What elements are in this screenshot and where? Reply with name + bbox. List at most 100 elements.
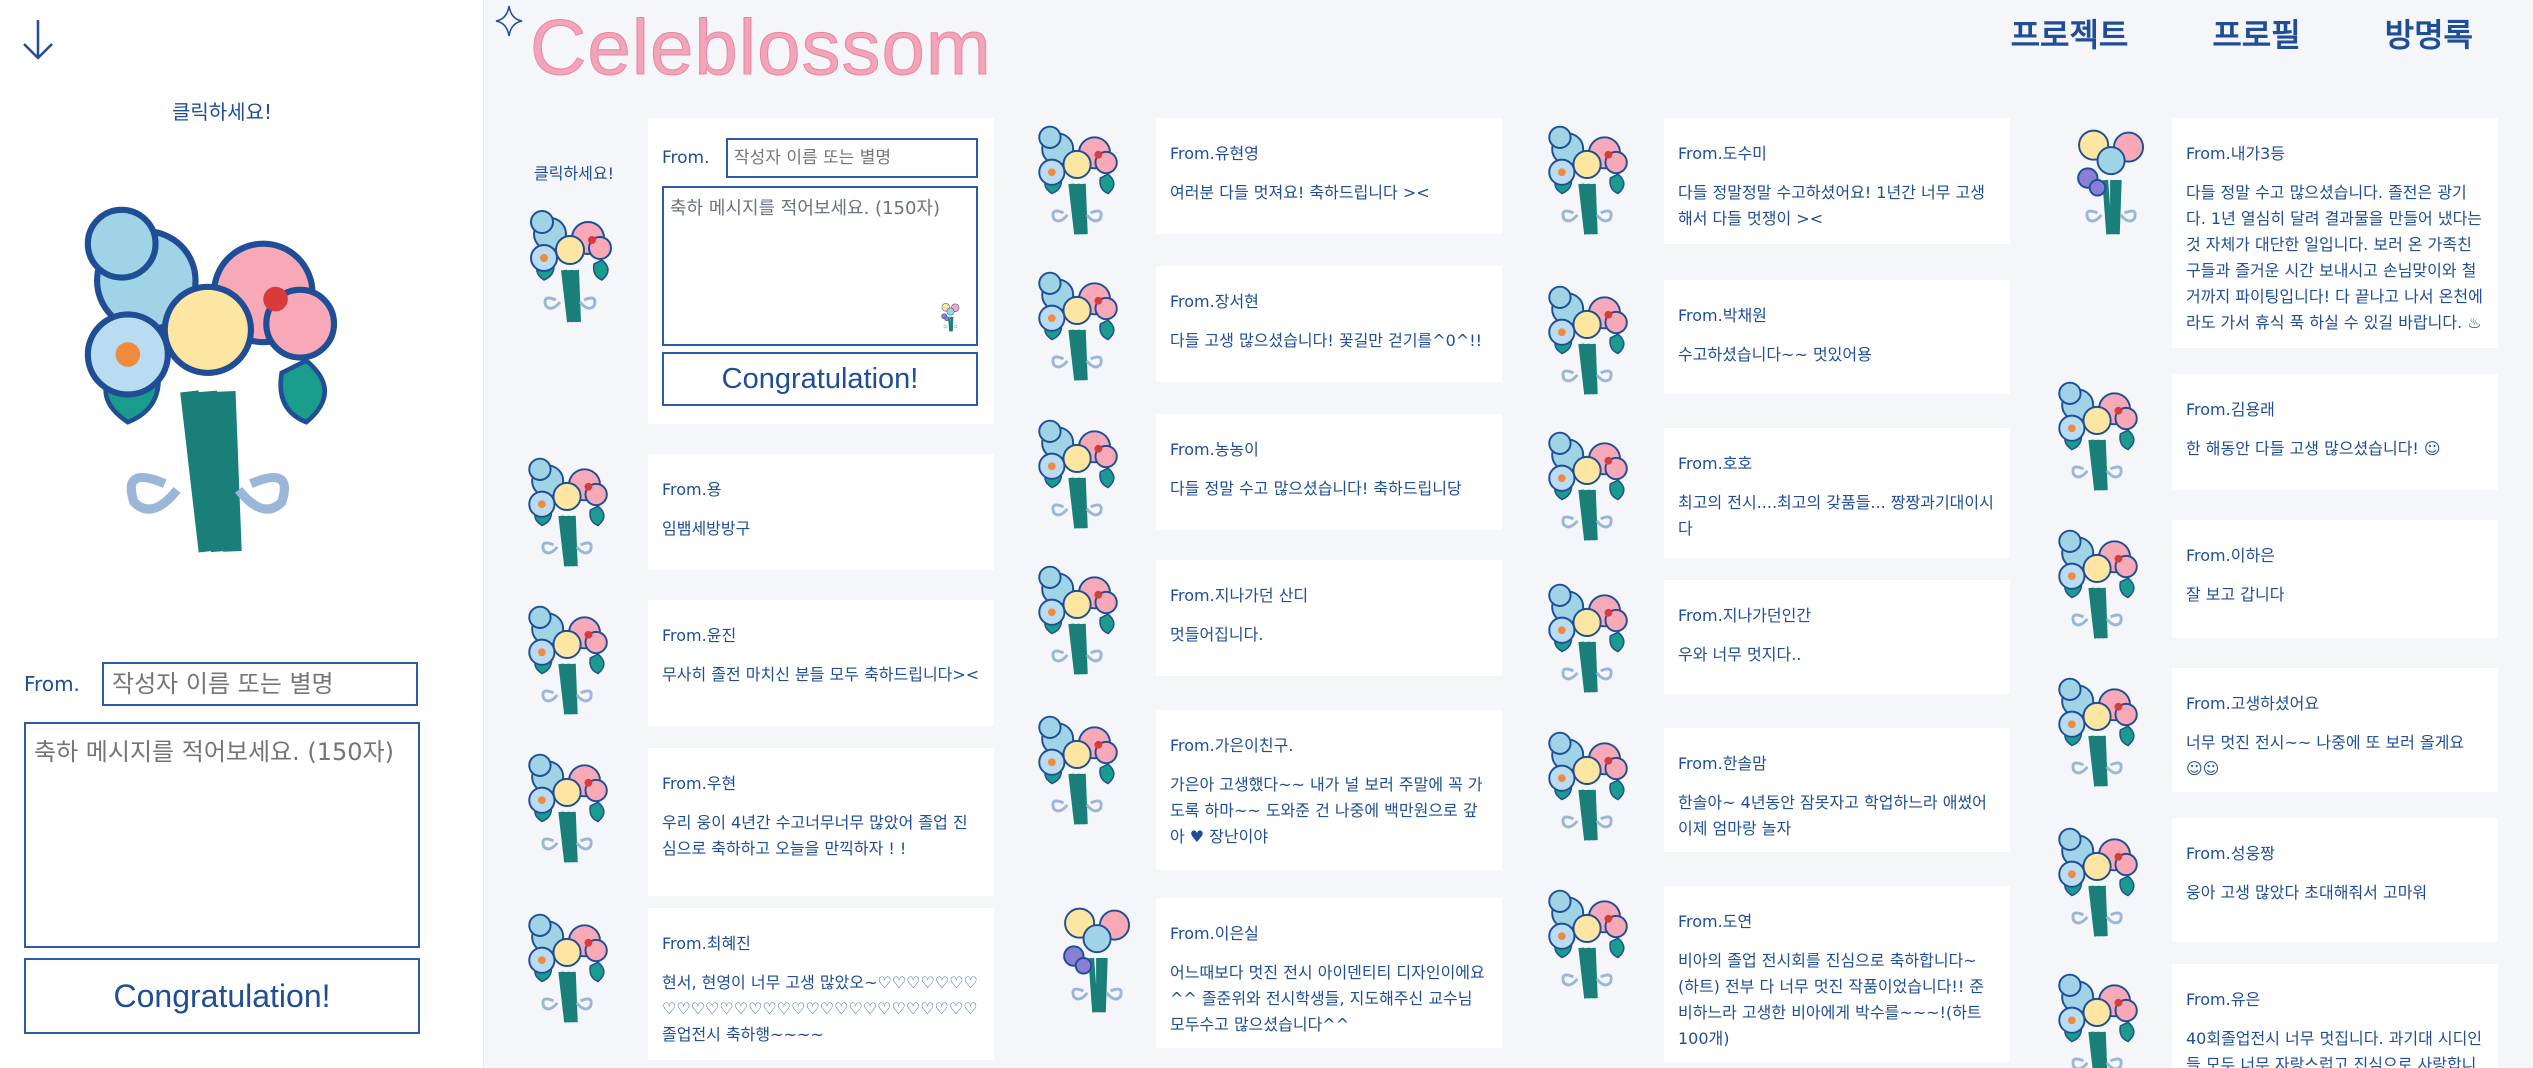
message-card: From.장서현다들 고생 많으셨습니다! 꽃길만 걷기를^0^!! bbox=[1156, 266, 1502, 382]
click-hint: 클릭하세요! bbox=[171, 100, 273, 124]
message-author: From.이하은 bbox=[2186, 546, 2275, 565]
message-text: 현서, 현영이 너무 고생 많았오~♡♡♡♡♡♡♡♡♡♡♡♡♡♡♡♡♡♡♡♡♡♡… bbox=[662, 973, 978, 1044]
author-name-input[interactable] bbox=[102, 662, 418, 706]
message-card: From.내가3등다들 정말 수고 많으셨습니다. 졸전은 광기다. 1년 열심… bbox=[2172, 118, 2498, 348]
message-card: From.농농이 다들 정말 수고 많으셨습니다! 축하드립니당 bbox=[1156, 414, 1502, 530]
guestbook-bouquet-image[interactable] bbox=[512, 200, 632, 330]
brand-name: Celeblossom bbox=[530, 3, 992, 91]
guestbook-form: From. 축하 메시지를 적어보세요. (150자) Congratulati… bbox=[648, 118, 994, 424]
message-text: 가은아 고생했다~~ 내가 널 보러 주말에 꼭 가도록 하마~~ 도와준 건 … bbox=[1170, 775, 1483, 846]
message-author: From.한솔맘 bbox=[1678, 754, 1767, 773]
message-card: From.이하은잘 보고 갑니다 bbox=[2172, 520, 2498, 638]
message-card: From.지나가던 산디 멋들어집니다. bbox=[1156, 560, 1502, 676]
message-author: From.지나가던인간 bbox=[1678, 606, 1812, 625]
message-author: From.고생하셨어요 bbox=[2186, 694, 2320, 713]
message-card: From.가은이친구. 가은아 고생했다~~ 내가 널 보러 주말에 꼭 가도록 … bbox=[1156, 710, 1502, 870]
message-bouquet-image bbox=[510, 596, 628, 722]
message-bouquet-image bbox=[1530, 574, 1648, 700]
message-bouquet-image bbox=[2040, 372, 2158, 498]
message-card: From.최혜진현서, 현영이 너무 고생 많았오~♡♡♡♡♡♡♡♡♡♡♡♡♡♡… bbox=[648, 908, 994, 1060]
message-author: From.지나가던 산디 bbox=[1170, 586, 1309, 605]
message-bouquet-image bbox=[1020, 116, 1138, 242]
message-bouquet-image bbox=[2040, 964, 2158, 1068]
message-author: From.농농이 bbox=[1170, 440, 1259, 459]
nav-projects[interactable]: 프로젝트 bbox=[2011, 10, 2129, 56]
message-bouquet-image bbox=[1530, 722, 1648, 848]
congratulation-button[interactable]: Congratulation! bbox=[24, 958, 420, 1034]
left-panel: 클릭하세요! From. Congratulation! bbox=[0, 0, 484, 1068]
message-card: From.이은실어느때보다 멋진 전시 아이덴티티 디자인이에요^^ 졸준위와 … bbox=[1156, 898, 1502, 1048]
message-text: 다들 정말 수고 많으셨습니다. 졸전은 광기다. 1년 열심히 달려 결과물을… bbox=[2186, 183, 2483, 332]
message-bouquet-image bbox=[2054, 118, 2172, 244]
message-author: From.호호 bbox=[1678, 454, 1753, 473]
sparkle-icon bbox=[495, 5, 523, 37]
message-author: From.용 bbox=[662, 480, 722, 499]
message-text: 우와 너무 멋지다.. bbox=[1678, 645, 1802, 664]
from-label: From. bbox=[24, 672, 80, 696]
message-card: From.한솔맘 한솔아~ 4년동안 잠못자고 학업하느라 애썼어 이제 엄마랑 … bbox=[1664, 728, 2010, 852]
message-bouquet-image bbox=[1040, 896, 1158, 1022]
message-author: From.유은 bbox=[2186, 990, 2261, 1009]
message-author: From.내가3등 bbox=[2186, 144, 2286, 163]
message-author: From.유현영 bbox=[1170, 144, 1259, 163]
message-author: From.최혜진 bbox=[662, 934, 751, 953]
message-bouquet-image bbox=[2040, 668, 2158, 794]
guestbook-name-input[interactable] bbox=[726, 138, 978, 178]
message-text: 한 해동안 다들 고생 많으셨습니다! ☺ bbox=[2186, 439, 2441, 458]
message-bouquet-image bbox=[2040, 520, 2158, 646]
message-bouquet-image bbox=[1530, 422, 1648, 548]
message-card: From.고생하셨어요너무 멋진 전시~~ 나중에 또 보러 올게요 ☺☺ bbox=[2172, 668, 2498, 792]
message-card: From.박채원수고하셨습니다~~ 멋있어용 bbox=[1664, 280, 2010, 394]
message-textarea[interactable] bbox=[24, 722, 420, 948]
message-author: From.장서현 bbox=[1170, 292, 1259, 311]
message-text: 임뱀세방방구 bbox=[662, 519, 751, 538]
message-author: From.김용래 bbox=[2186, 400, 2275, 419]
message-text: 무사히 졸전 마치신 분들 모두 축하드립니다>< bbox=[662, 665, 980, 684]
message-card: From.용임뱀세방방구 bbox=[648, 454, 994, 570]
bouquet-image[interactable] bbox=[24, 176, 404, 576]
message-text: 다들 정말정말 수고하셨어요! 1년간 너무 고생해서 다들 멋쟁이 >< bbox=[1678, 183, 1985, 228]
message-text: 잘 보고 갑니다 bbox=[2186, 585, 2285, 604]
message-bouquet-image bbox=[1020, 410, 1138, 536]
message-card: From.호호최고의 전시....최고의 갖품들... 짱짱과기대이시다 bbox=[1664, 428, 2010, 558]
arrow-down-icon[interactable] bbox=[18, 16, 58, 64]
message-card: From.김용래한 해동안 다들 고생 많으셨습니다! ☺ bbox=[2172, 374, 2498, 490]
message-card: From.성웅짱 웅아 고생 많았다 초대해줘서 고마워 bbox=[2172, 818, 2498, 942]
nav-profile[interactable]: 프로필 bbox=[2212, 10, 2300, 56]
message-text: 비아의 졸업 전시회를 진심으로 축하합니다~(하트) 전부 다 너무 멋진 작… bbox=[1678, 951, 1985, 1048]
message-author: From.도연 bbox=[1678, 912, 1753, 931]
message-text: 최고의 전시....최고의 갖품들... 짱짱과기대이시다 bbox=[1678, 493, 1994, 538]
message-bouquet-image bbox=[1020, 556, 1138, 682]
message-text: 다들 고생 많으셨습니다! 꽃길만 걷기를^0^!! bbox=[1170, 331, 1483, 350]
message-card: From.우현우리 웅이 4년간 수고너무너무 많았어 졸업 진심으로 축하하고… bbox=[648, 748, 994, 896]
small-bouquet-icon bbox=[934, 300, 968, 334]
message-bouquet-image bbox=[1020, 706, 1138, 832]
message-bouquet-image bbox=[1530, 880, 1648, 1006]
message-card: From.유은 40회졸업전시 너무 멋집니다. 과기대 시디인들 모두 너무 자… bbox=[2172, 964, 2498, 1068]
logo[interactable]: Celeblossom bbox=[494, 3, 992, 91]
guestbook-click-hint: 클릭하세요! bbox=[534, 164, 615, 183]
message-author: From.우현 bbox=[662, 774, 737, 793]
message-bouquet-image bbox=[510, 904, 628, 1030]
message-author: From.이은실 bbox=[1170, 924, 1259, 943]
guestbook-message-input[interactable]: 축하 메시지를 적어보세요. (150자) bbox=[662, 186, 978, 346]
message-text: 너무 멋진 전시~~ 나중에 또 보러 올게요 ☺☺ bbox=[2186, 733, 2465, 778]
message-text: 어느때보다 멋진 전시 아이덴티티 디자인이에요^^ 졸준위와 전시학생들, 지… bbox=[1170, 963, 1485, 1034]
message-text: 여러분 다들 멋져요! 축하드립니다 >< bbox=[1170, 183, 1430, 202]
guestbook-message-placeholder: 축하 메시지를 적어보세요. (150자) bbox=[670, 198, 941, 219]
message-card: From.지나가던인간우와 너무 멋지다.. bbox=[1664, 580, 2010, 694]
guestbook-from-row: From. bbox=[662, 138, 980, 178]
message-text: 40회졸업전시 너무 멋집니다. 과기대 시디인들 모두 너무 자랑스럽고 진심… bbox=[2186, 1029, 2483, 1068]
message-author: From.윤진 bbox=[662, 626, 737, 645]
message-author: From.박채원 bbox=[1678, 306, 1767, 325]
message-text: 우리 웅이 4년간 수고너무너무 많았어 졸업 진심으로 축하하고 오늘을 만끽… bbox=[662, 813, 968, 858]
message-bouquet-image bbox=[2040, 818, 2158, 944]
message-card: From.도수미 다들 정말정말 수고하셨어요! 1년간 너무 고생해서 다들 멋… bbox=[1664, 118, 2010, 244]
message-author: From.성웅짱 bbox=[2186, 844, 2275, 863]
from-row: From. bbox=[24, 662, 418, 706]
message-bouquet-image bbox=[1530, 276, 1648, 402]
message-text: 수고하셨습니다~~ 멋있어용 bbox=[1678, 345, 1872, 364]
guestbook-submit-button[interactable]: Congratulation! bbox=[662, 352, 978, 406]
nav-guestbook[interactable]: 방명록 bbox=[2385, 10, 2473, 56]
message-bouquet-image bbox=[1020, 262, 1138, 388]
